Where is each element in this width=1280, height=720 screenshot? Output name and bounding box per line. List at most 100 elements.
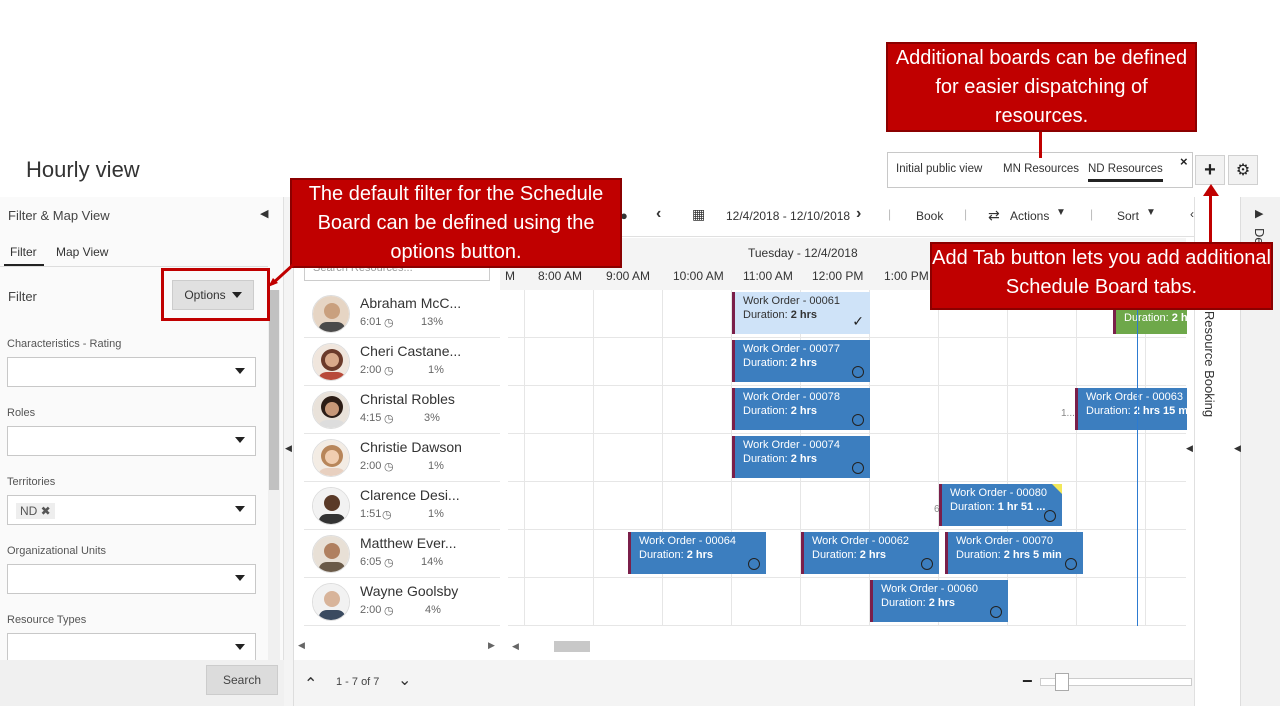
roles-select[interactable] (7, 426, 256, 456)
grid-line (508, 577, 1186, 578)
clock-icon (1065, 558, 1077, 570)
resource-name: Clarence Desi... (360, 487, 460, 503)
expand-arrow-icon[interactable]: ◀ (1186, 443, 1193, 454)
settings-gear-icon[interactable]: ⚙ (1228, 155, 1258, 185)
field-label-resource-types: Resource Types (7, 614, 87, 626)
hour-label: 9:00 AM (606, 269, 651, 283)
clock-icon (921, 558, 933, 570)
pager-label: 1 - 7 of 7 (336, 676, 380, 688)
tab-initial-public-view[interactable]: Initial public view (896, 163, 982, 175)
date-range[interactable]: 12/4/2018 - 12/10/2018 (726, 209, 850, 223)
org-units-select[interactable] (7, 564, 256, 594)
tab-map-view[interactable]: Map View (56, 245, 108, 259)
avatar (312, 583, 350, 621)
resource-row[interactable]: Christie Dawson 2:00 ◷ 1% (304, 434, 500, 482)
zoom-slider-thumb[interactable] (1055, 673, 1069, 691)
resource-row[interactable]: Wayne Goolsby 2:00 ◷ 4% (304, 578, 500, 626)
booking-card[interactable]: Work Order - 00064 Duration: 2 hrs (628, 532, 766, 574)
calendar-icon[interactable]: ▦ (692, 206, 705, 223)
scroll-left-icon[interactable]: ◀ (298, 640, 305, 651)
collapse-panel-icon[interactable]: ◀ (260, 207, 268, 220)
avatar (312, 343, 350, 381)
booking-title: Work Order - 00077 (743, 343, 841, 355)
resource-utilization: 1% (428, 460, 444, 472)
previous-week-icon[interactable]: ‹ (656, 205, 661, 223)
dropdown-arrow-icon (235, 437, 245, 443)
sort-menu[interactable]: Sort (1117, 209, 1139, 223)
next-week-icon[interactable]: › (856, 205, 861, 223)
page-title: Hourly view (26, 157, 140, 182)
booking-card[interactable]: Work Order - 00063 Duration: 2 hrs 15 mi (1075, 388, 1187, 430)
callout-arrow (1209, 190, 1212, 242)
active-tab-underline (4, 264, 44, 266)
resource-types-select[interactable] (7, 633, 256, 660)
filter-scrollbar-thumb[interactable] (269, 290, 279, 490)
booking-duration: Duration: 2 hrs (743, 309, 817, 321)
page-up-icon[interactable]: ⌃ (304, 674, 317, 694)
booking-title: Work Order - 00063 (1086, 391, 1184, 403)
scroll-right-icon[interactable]: ▶ (488, 640, 495, 651)
resource-utilization: 14% (421, 556, 444, 568)
travel-indicator: 1... (1061, 408, 1075, 419)
booking-duration: Duration: 2 hrs (743, 405, 817, 417)
booking-card[interactable]: Work Order - 00078 Duration: 2 hrs (732, 388, 870, 430)
book-button[interactable]: Book (916, 209, 943, 223)
tab-filter[interactable]: Filter (10, 245, 37, 259)
resource-row[interactable]: Abraham McC... 6:01 ◷ 13% (304, 290, 500, 338)
clock-icon: ◷ (384, 317, 394, 329)
add-tab-button[interactable]: + (1195, 155, 1225, 185)
clock-icon: ◷ (384, 413, 394, 425)
close-tab-icon[interactable]: × (1180, 154, 1188, 169)
timeline-scrollbar[interactable] (508, 638, 1186, 654)
grid-line (508, 481, 1186, 482)
avatar (312, 391, 350, 429)
expand-panel-icon[interactable]: ▶ (1255, 207, 1263, 220)
page-down-icon[interactable]: ⌄ (398, 670, 411, 690)
booking-card[interactable]: Work Order - 00077 Duration: 2 hrs (732, 340, 870, 382)
booking-title: Work Order - 00074 (743, 439, 841, 451)
resource-row[interactable]: Matthew Ever... 6:05 ◷ 14% (304, 530, 500, 578)
grid-line (1076, 290, 1077, 626)
collapse-arrow-icon[interactable]: ◀ (1234, 443, 1241, 454)
booking-duration: Duration: 2 hrs (881, 597, 955, 609)
territory-chip[interactable]: ND ✖ (16, 503, 55, 519)
resource-utilization: 1% (428, 508, 444, 520)
rating-select[interactable] (7, 357, 256, 387)
scroll-left-icon[interactable]: ◀ (512, 641, 519, 652)
resource-row[interactable]: Cheri Castane... 2:00 ◷ 1% (304, 338, 500, 386)
booking-card[interactable]: Work Order - 00062 Duration: 2 hrs (801, 532, 939, 574)
resource-utilization: 4% (425, 604, 441, 616)
avatar (312, 439, 350, 477)
resource-row[interactable]: Christal Robles 4:15 ◷ 3% (304, 386, 500, 434)
booking-card[interactable]: Work Order - 00074 Duration: 2 hrs (732, 436, 870, 478)
timeline-scrollbar-thumb[interactable] (554, 641, 590, 652)
tab-nd-resources[interactable]: ND Resources (1088, 163, 1163, 182)
resource-row[interactable]: Clarence Desi... 1:51 ◷ 1% (304, 482, 500, 530)
actions-menu[interactable]: Actions (1010, 209, 1049, 223)
grid-line (508, 337, 1186, 338)
grid-line (593, 290, 594, 626)
booking-title: Work Order - 00062 (812, 535, 910, 547)
callout-additional-boards: Additional boards can be defined for eas… (886, 42, 1197, 132)
grid-line (1007, 290, 1008, 626)
field-label-rating: Characteristics - Rating (7, 338, 122, 350)
flag-corner-icon (1052, 484, 1062, 494)
travel-indicator: 6 (934, 504, 940, 515)
booking-card[interactable]: Work Order - 00061 Duration: 2 hrs ✓ (732, 292, 870, 334)
booking-duration: Duration: 2 hrs (743, 453, 817, 465)
callout-arrowhead (1203, 184, 1219, 196)
booking-card[interactable]: Work Order - 00080 Duration: 1 hr 51 ... (939, 484, 1062, 526)
clock-icon: ◷ (384, 557, 394, 569)
callout-add-tab: Add Tab button lets you add additional S… (930, 242, 1273, 310)
booking-card[interactable]: Work Order - 00060 Duration: 2 hrs (870, 580, 1008, 622)
booking-duration: Duration: 2 hrs (812, 549, 886, 561)
zoom-out-button[interactable]: − (1022, 671, 1033, 692)
collapse-arrow-icon: ◀ (285, 443, 292, 453)
resource-name: Abraham McC... (360, 295, 462, 311)
tab-divider (0, 266, 268, 267)
search-button[interactable]: Search (206, 665, 278, 695)
tab-mn-resources[interactable]: MN Resources (1003, 163, 1079, 175)
booking-card[interactable]: Work Order - 00070 Duration: 2 hrs 5 min (945, 532, 1083, 574)
territories-select[interactable]: ND ✖ (7, 495, 256, 525)
grid-line (508, 625, 1186, 626)
